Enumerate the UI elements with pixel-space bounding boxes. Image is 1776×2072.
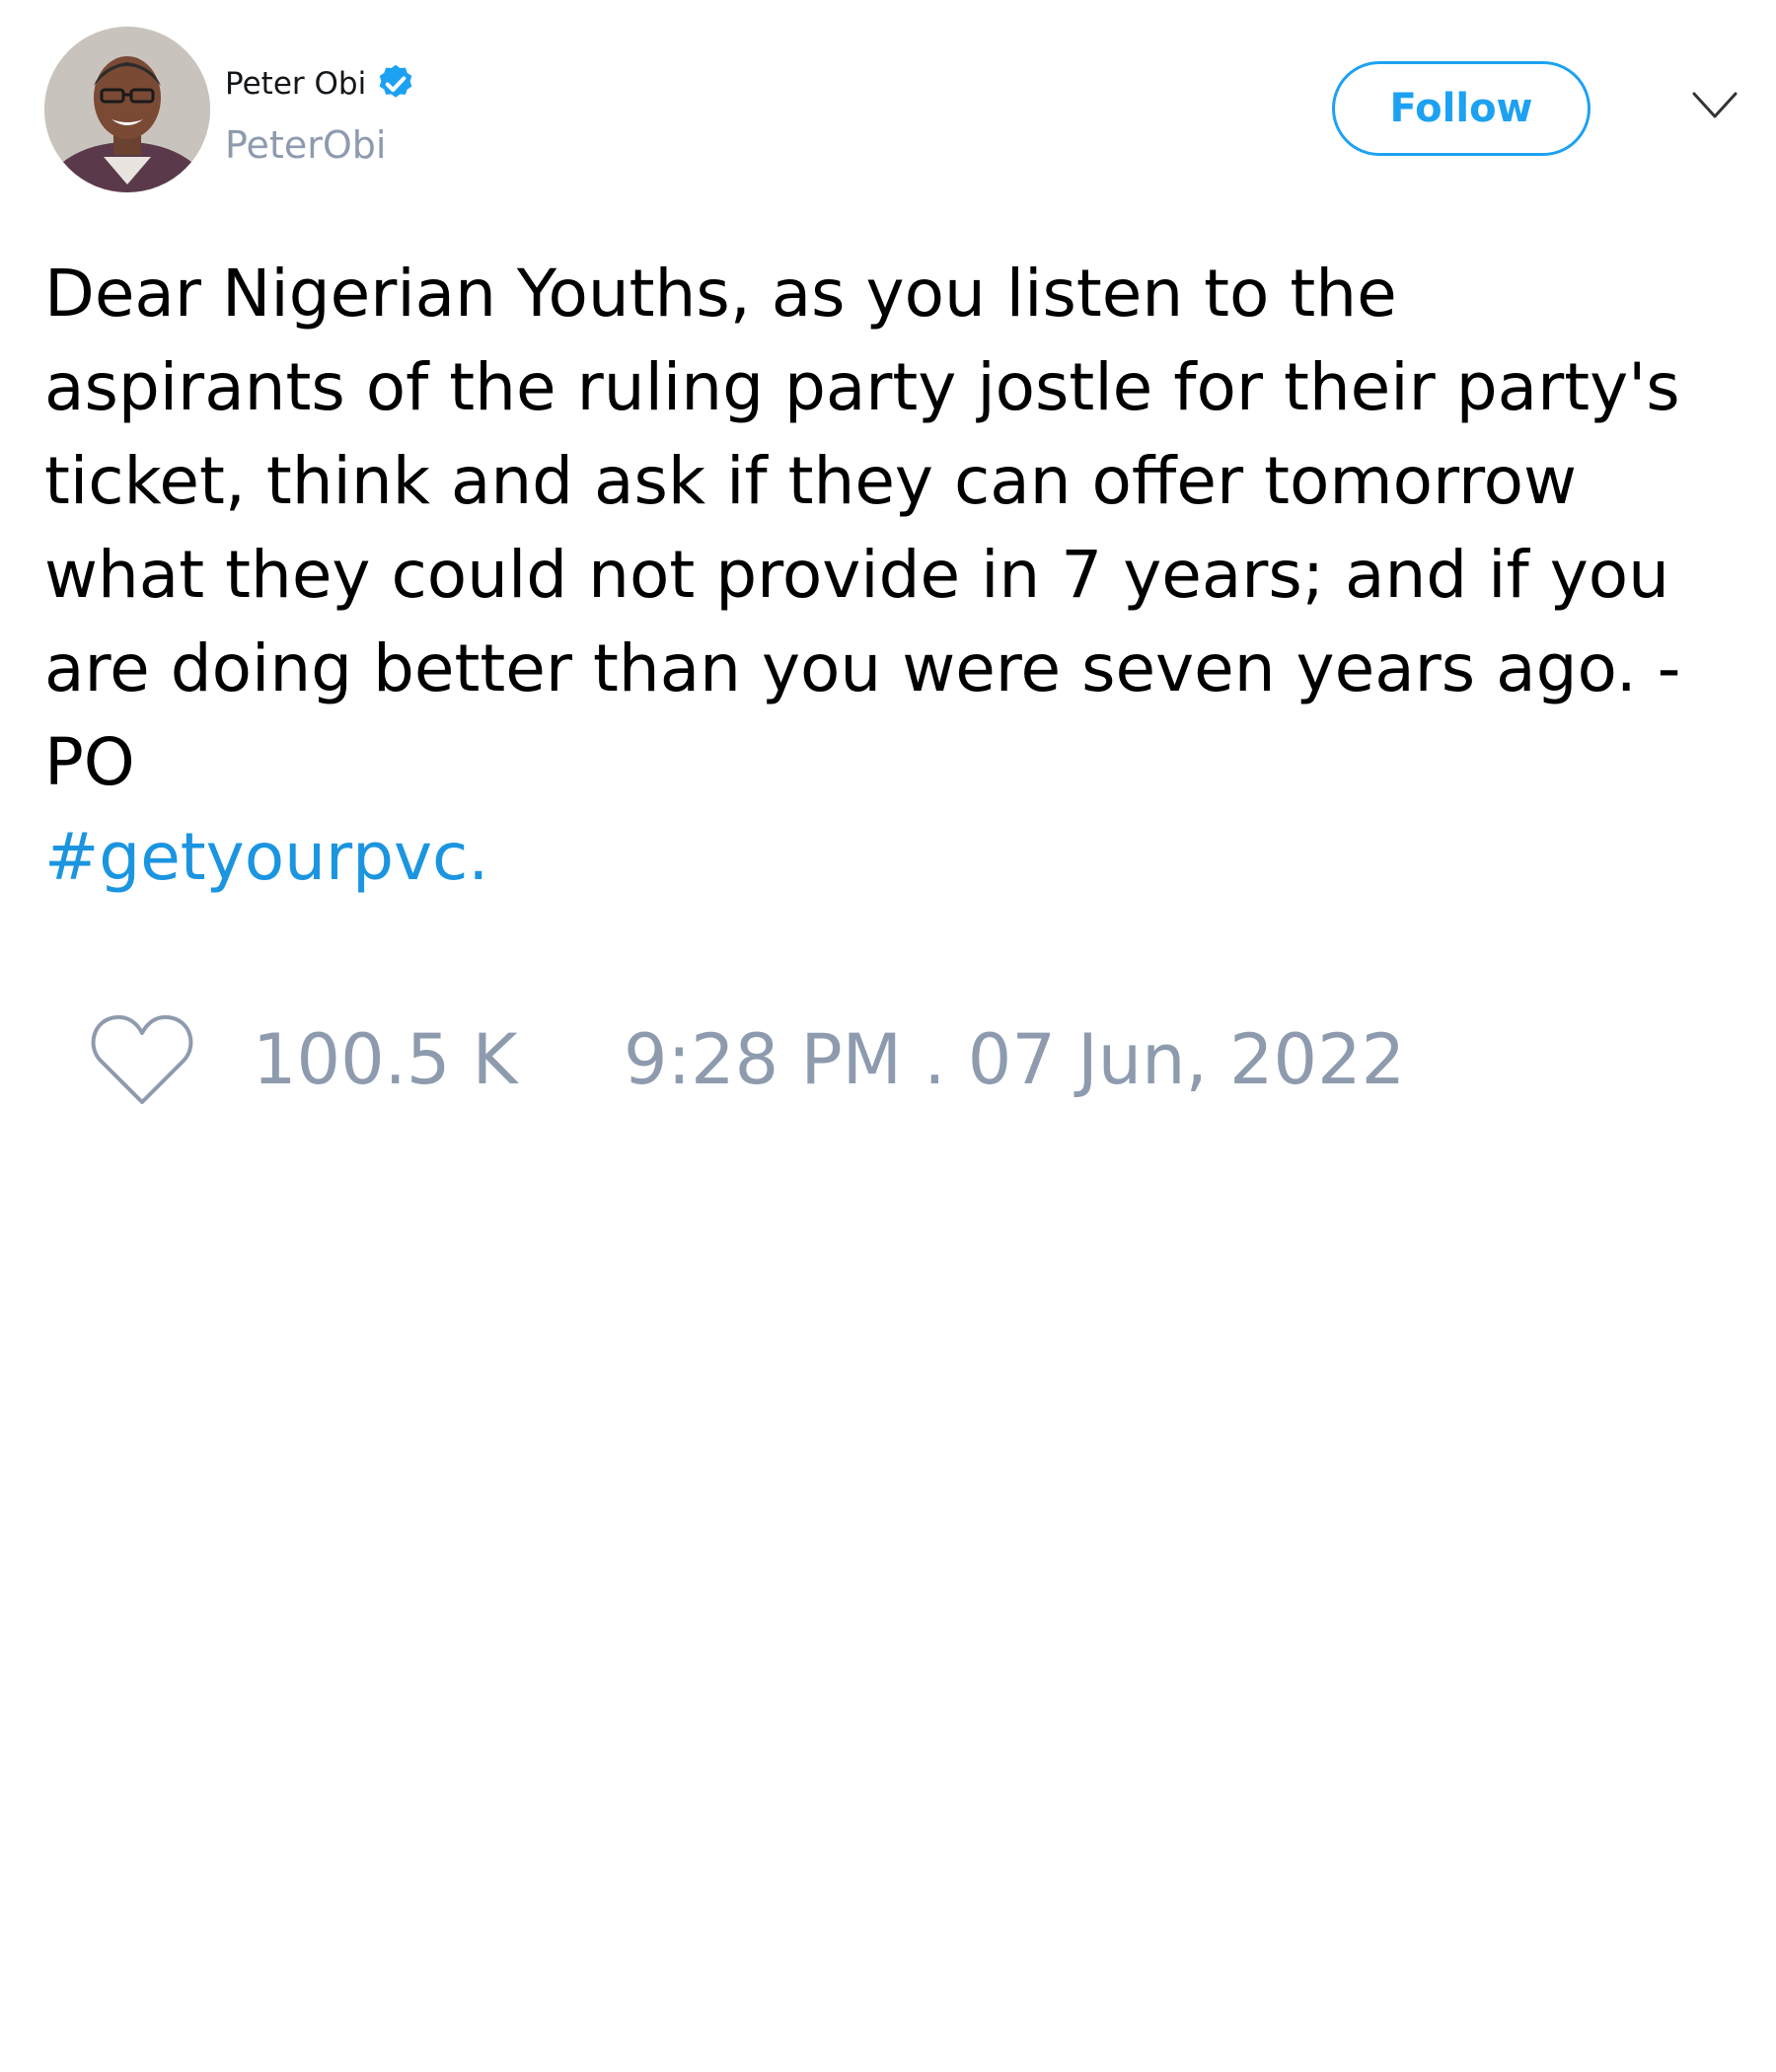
avatar[interactable] [44, 27, 210, 192]
verified-badge-icon [379, 64, 412, 98]
hashtag-link[interactable]: #getyourpvc. [44, 810, 488, 904]
profile-photo-icon [44, 27, 210, 192]
tweet-card: Peter Obi PeterObi Follow Dear Nigerian … [0, 0, 1776, 2072]
user-handle[interactable]: PeterObi [225, 126, 386, 164]
tweet-timestamp[interactable]: 9:28 PM . 07 Jun, 2022 [624, 1020, 1405, 1099]
tweet-text: Dear Nigerian Youths, as you listen to t… [44, 256, 1681, 800]
like-count: 100.5 K [253, 1019, 518, 1100]
follow-button[interactable]: Follow [1332, 61, 1591, 156]
heart-icon[interactable] [89, 1011, 195, 1108]
display-name[interactable]: Peter Obi [225, 68, 366, 100]
chevron-down-icon[interactable] [1691, 91, 1739, 120]
display-name-row: Peter Obi [225, 59, 417, 109]
